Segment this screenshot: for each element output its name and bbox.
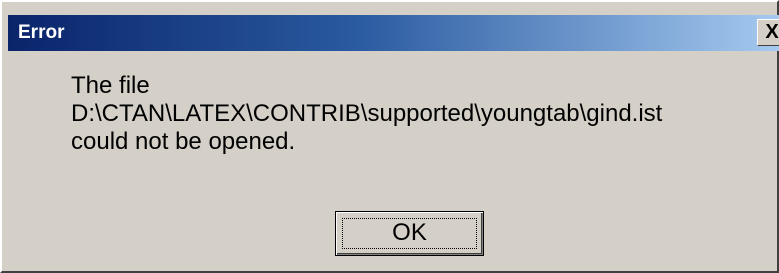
error-dialog: Error X The file D:\CTAN\LATEX\CONTRIB\s… <box>0 0 779 273</box>
message-line-2: D:\CTAN\LATEX\CONTRIB\supported\youngtab… <box>71 100 663 127</box>
ok-button-label: OK <box>392 219 427 246</box>
dialog-title: Error <box>18 22 65 43</box>
close-icon: X <box>765 21 779 43</box>
message-line-3: could not be opened. <box>71 128 296 155</box>
dialog-titlebar[interactable]: Error X <box>8 15 779 51</box>
message-line-1: The file <box>71 72 150 99</box>
error-message: The file D:\CTAN\LATEX\CONTRIB\supported… <box>71 72 662 156</box>
close-button[interactable]: X <box>757 19 779 46</box>
ok-button[interactable]: OK <box>335 211 484 256</box>
